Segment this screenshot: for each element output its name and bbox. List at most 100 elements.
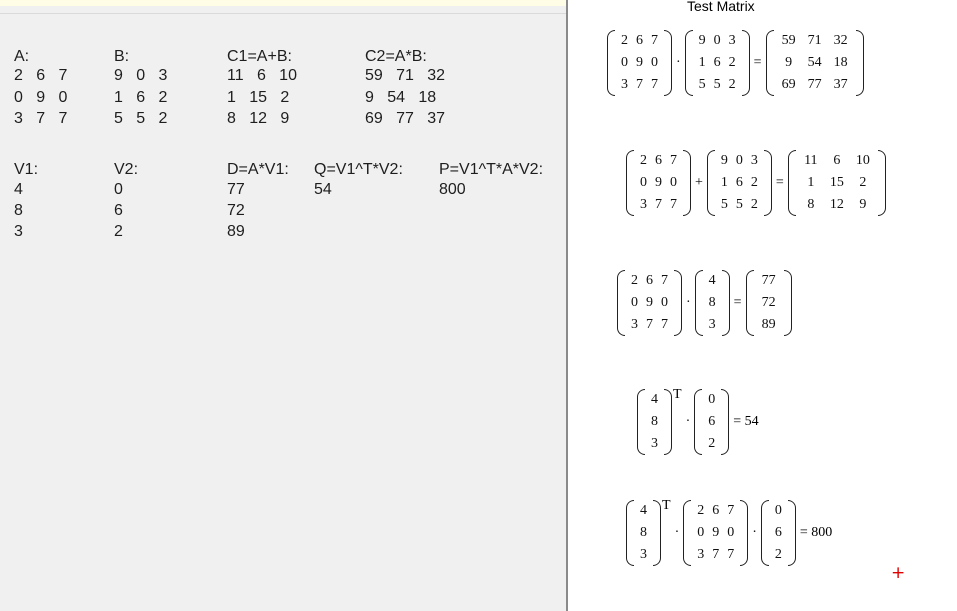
matrix-cell: 7 [661, 273, 668, 288]
left-paren [694, 270, 703, 336]
matrix-cell: 0 [640, 175, 647, 190]
scalar-q-value: 54 [314, 181, 332, 198]
right-paren [683, 150, 691, 216]
scalar-q-label: Q=V1^T*V2: [314, 161, 403, 178]
matrix-cell: 6 [774, 525, 782, 540]
operator: = 800 [799, 525, 833, 540]
matrix-cell: 71 [807, 33, 822, 48]
matrix-cell: 3 [651, 436, 658, 451]
matrix-c2-row: 59 71 32 [365, 67, 446, 84]
operator: · [674, 525, 680, 540]
plot-title: Test Matrix [687, 0, 755, 14]
equation-row: 2 6 7 0 9 0 3 7 7 · 9 0 3 1 6 2 5 5 2 = 59 71 32 9 54 18 69 77 37 [607, 30, 864, 96]
matrix-a-row: 3 7 7 [14, 110, 68, 127]
operator: · [676, 55, 681, 70]
right-paren [877, 150, 886, 216]
matrix-cell: 7 [636, 77, 643, 92]
right-paren [787, 500, 796, 566]
matrix-cell: 6 [833, 153, 841, 168]
equation-row: 4 8 3 T · 2 6 7 0 9 0 3 7 7 · 0 6 2 = 800 [626, 498, 836, 566]
operator: + [695, 175, 703, 190]
matrix: 4 8 3 [637, 389, 672, 455]
matrix-b-label: B: [114, 48, 130, 65]
equation-dot-product: 4 8 3 T · 0 6 2 = 54 [637, 387, 763, 455]
matrix-cell: 5 [720, 197, 728, 212]
matrix-cell: 0 [774, 503, 782, 518]
right-paren [763, 150, 772, 216]
vector-v1-row: 3 [14, 223, 23, 240]
matrix-cell: 12 [829, 197, 844, 212]
left-paren [607, 30, 615, 96]
vector-v1-row: 4 [14, 181, 23, 198]
transpose-superscript: T [662, 498, 671, 513]
matrix-cell: 2 [774, 547, 782, 562]
matrix-cell: 54 [807, 55, 822, 70]
vector-d-row: 89 [227, 223, 245, 240]
equation-row: 4 8 3 T · 0 6 2 = 54 [637, 387, 763, 455]
matrix-cell: 4 [640, 503, 647, 518]
panel-divider [566, 0, 568, 611]
matrix-cell: 0 [697, 525, 705, 540]
matrix-cell: 69 [781, 77, 796, 92]
matrix: 11 6 10 1 15 2 8 12 9 [787, 150, 886, 216]
right-paren [664, 30, 672, 96]
matrix-cell: 6 [655, 153, 662, 168]
operator: · [686, 295, 691, 310]
matrix-cell: 9 [636, 55, 643, 70]
matrix-cell: 9 [712, 525, 720, 540]
left-paren [760, 500, 769, 566]
matrix-cell: 77 [761, 273, 776, 288]
matrix: 903162552 [684, 30, 750, 96]
left-paren [637, 389, 645, 455]
equation-row: 2 6 7 0 9 0 3 7 7 +9 0 3 1 6 2 5 5 2 = 11 6 10 1 15 2 8 12 9 [626, 150, 886, 216]
matrix-cell: 7 [651, 33, 658, 48]
right-paren [653, 500, 661, 566]
left-paren [626, 500, 634, 566]
matrix-cell: 77 [807, 77, 822, 92]
matrix-a-label: A: [14, 48, 30, 65]
right-paren [741, 30, 750, 96]
matrix-cell: 2 [697, 503, 705, 518]
matrix-cell: 8 [651, 414, 658, 429]
scalar-p-label: P=V1^T*A*V2: [439, 161, 544, 178]
matrix-c2-label: C2=A*B: [365, 48, 427, 65]
vector-v2-row: 6 [114, 202, 123, 219]
left-paren [626, 150, 634, 216]
matrix: 4 8 3 [626, 500, 661, 566]
matrix-cell: 3 [697, 547, 705, 562]
top-strip-divider [0, 13, 566, 14]
equation-matrix-sum: 2 6 7 0 9 0 3 7 7 +9 0 3 1 6 2 5 5 2 = 11 6 10 1 15 2 8 12 9 [626, 150, 886, 216]
right-paren [783, 270, 792, 336]
operator: = [775, 175, 784, 190]
matrix-cell: 7 [661, 317, 668, 332]
matrix-cell: 7 [651, 77, 658, 92]
matrix-b-row: 5 5 2 [114, 110, 168, 127]
matrix-cell: 3 [640, 547, 647, 562]
operator: = [753, 55, 762, 70]
matrix-cell: 3 [640, 197, 647, 212]
matrix-c1-label: C1=A+B: [227, 48, 292, 65]
matrix-cell: 0 [708, 392, 716, 407]
vector-d-row: 72 [227, 202, 245, 219]
matrix: 267090377 [607, 30, 672, 96]
equation-matrix-vector: 2 6 7 0 9 0 3 7 7 · 4 8 3 = 77 72 89 [617, 270, 792, 336]
matrix-cell: 11 [804, 153, 818, 168]
matrix-cell: 3 [708, 317, 716, 332]
matrix-cell: 6 [735, 175, 743, 190]
matrix-cell: 9 [655, 175, 662, 190]
matrix-cell: 7 [712, 547, 720, 562]
matrix-cell: 1 [720, 175, 728, 190]
matrix-cell: 3 [621, 77, 628, 92]
matrix-cell: 5 [698, 77, 706, 92]
equation-matrix-product: 2 6 7 0 9 0 3 7 7 · 9 0 3 1 6 2 5 5 2 = 59 71 32 9 54 18 69 77 37 [607, 30, 864, 96]
matrix-cell: 32 [833, 33, 848, 48]
operator: · [752, 525, 757, 540]
matrix: 267090377 [626, 150, 691, 216]
matrix-cell: 6 [636, 33, 643, 48]
right-paren [721, 389, 730, 455]
matrix: 267090377 [617, 270, 682, 336]
matrix-cell: 5 [735, 197, 743, 212]
matrix-cell: 9 [859, 197, 867, 212]
matrix-cell: 2 [621, 33, 628, 48]
vector-v2-label: V2: [114, 161, 139, 178]
